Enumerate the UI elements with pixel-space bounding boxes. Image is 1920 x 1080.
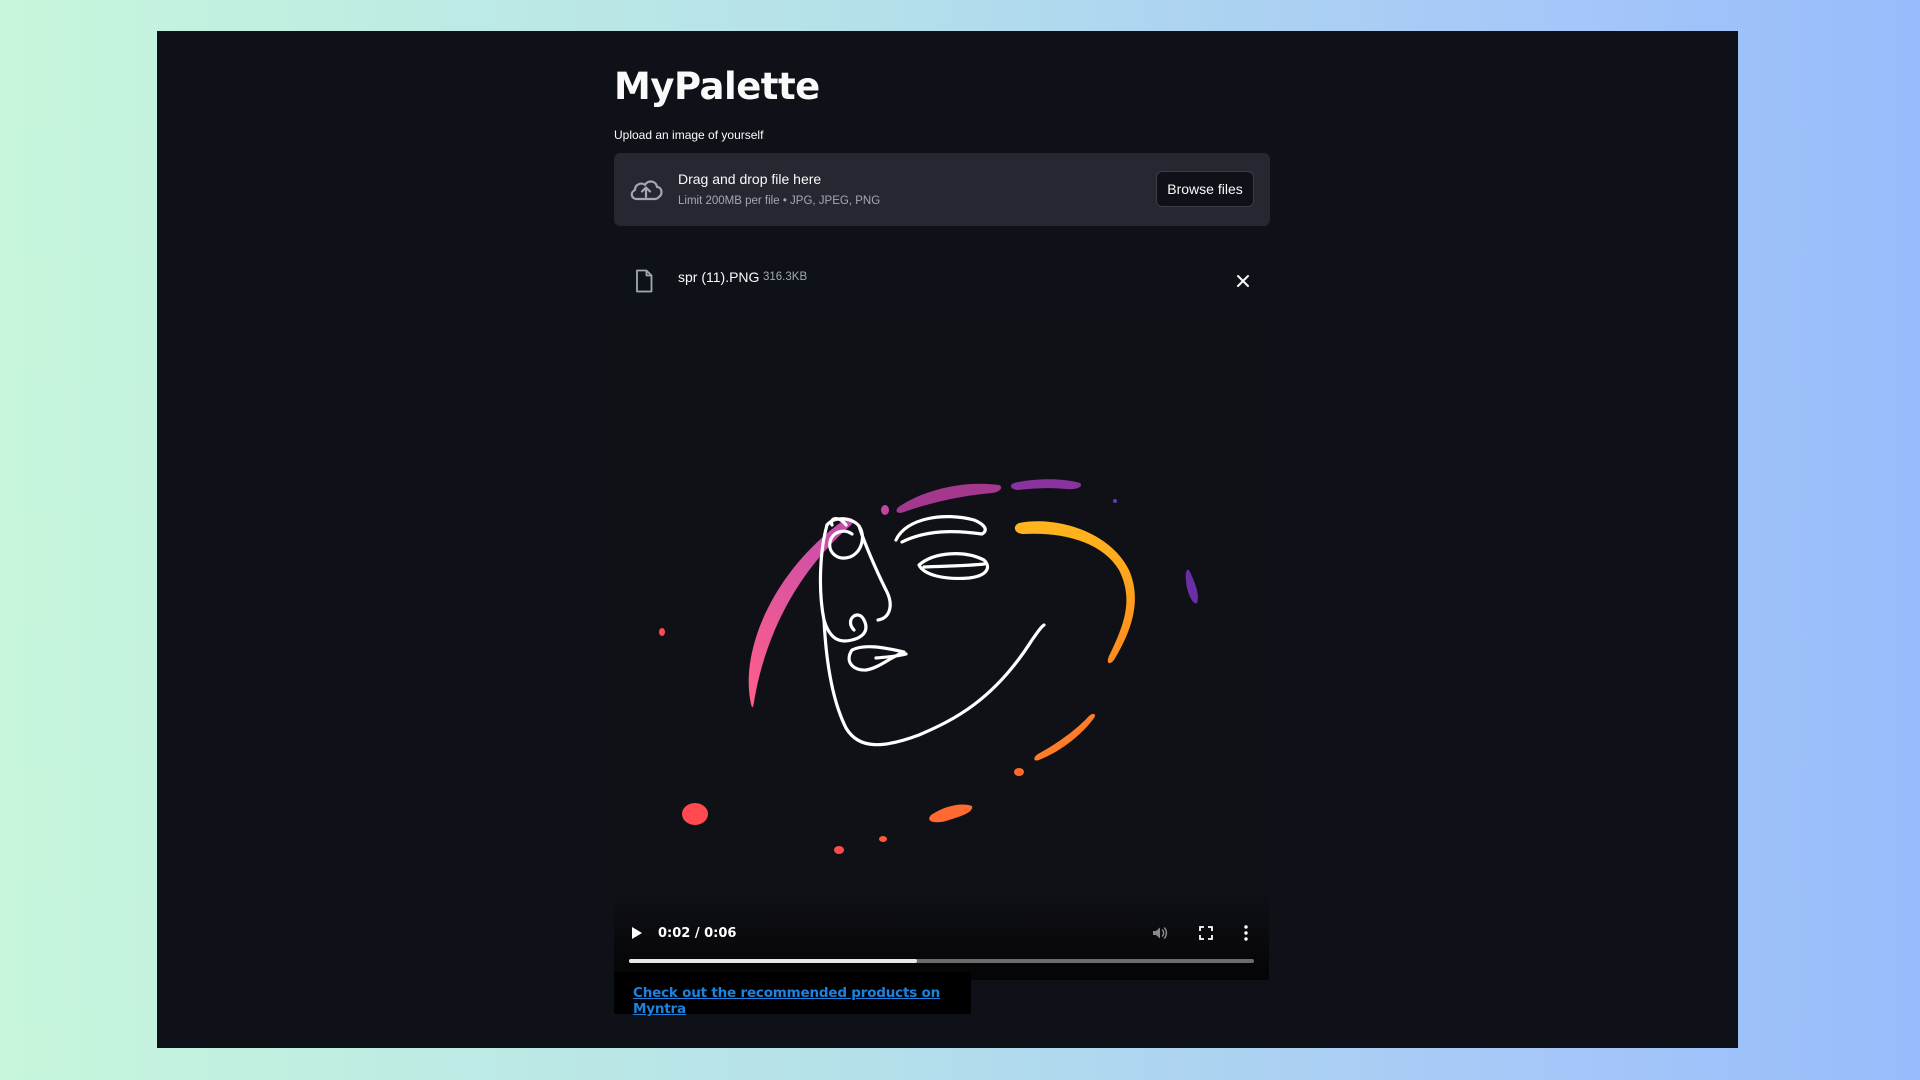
app-window: MyPalette Upload an image of yourself Dr… [157,31,1738,1048]
play-icon[interactable] [628,925,644,941]
uploaded-file-row: spr (11).PNG 316.3KB [614,264,1270,310]
close-icon[interactable] [1232,270,1254,292]
upload-label: Upload an image of yourself [614,128,764,142]
file-size: 316.3KB [763,271,808,283]
video-progress-fill [629,959,917,963]
dropzone-title: Drag and drop file here [678,171,822,187]
more-options-icon[interactable] [1241,924,1251,942]
myntra-recommendations-link[interactable]: Check out the recommended products on My… [633,985,971,1017]
video-player[interactable]: 0:02 / 0:06 [614,320,1269,980]
file-name: spr (11).PNG [678,269,760,285]
video-progress-bar[interactable] [629,959,1254,963]
dropzone-limit-text: Limit 200MB per file • JPG, JPEG, PNG [678,195,881,207]
myntra-link-container: Check out the recommended products on My… [614,972,971,1017]
file-icon [636,269,653,293]
browse-files-button[interactable]: Browse files [1156,171,1254,207]
file-dropzone[interactable]: Drag and drop file here Limit 200MB per … [614,153,1270,226]
fullscreen-icon[interactable] [1197,924,1215,942]
face-line-art-video-frame [659,479,1198,854]
page-title: MyPalette [614,65,820,108]
volume-icon[interactable] [1151,924,1169,942]
video-time: 0:02 / 0:06 [658,926,737,941]
cloud-upload-icon [630,180,663,201]
